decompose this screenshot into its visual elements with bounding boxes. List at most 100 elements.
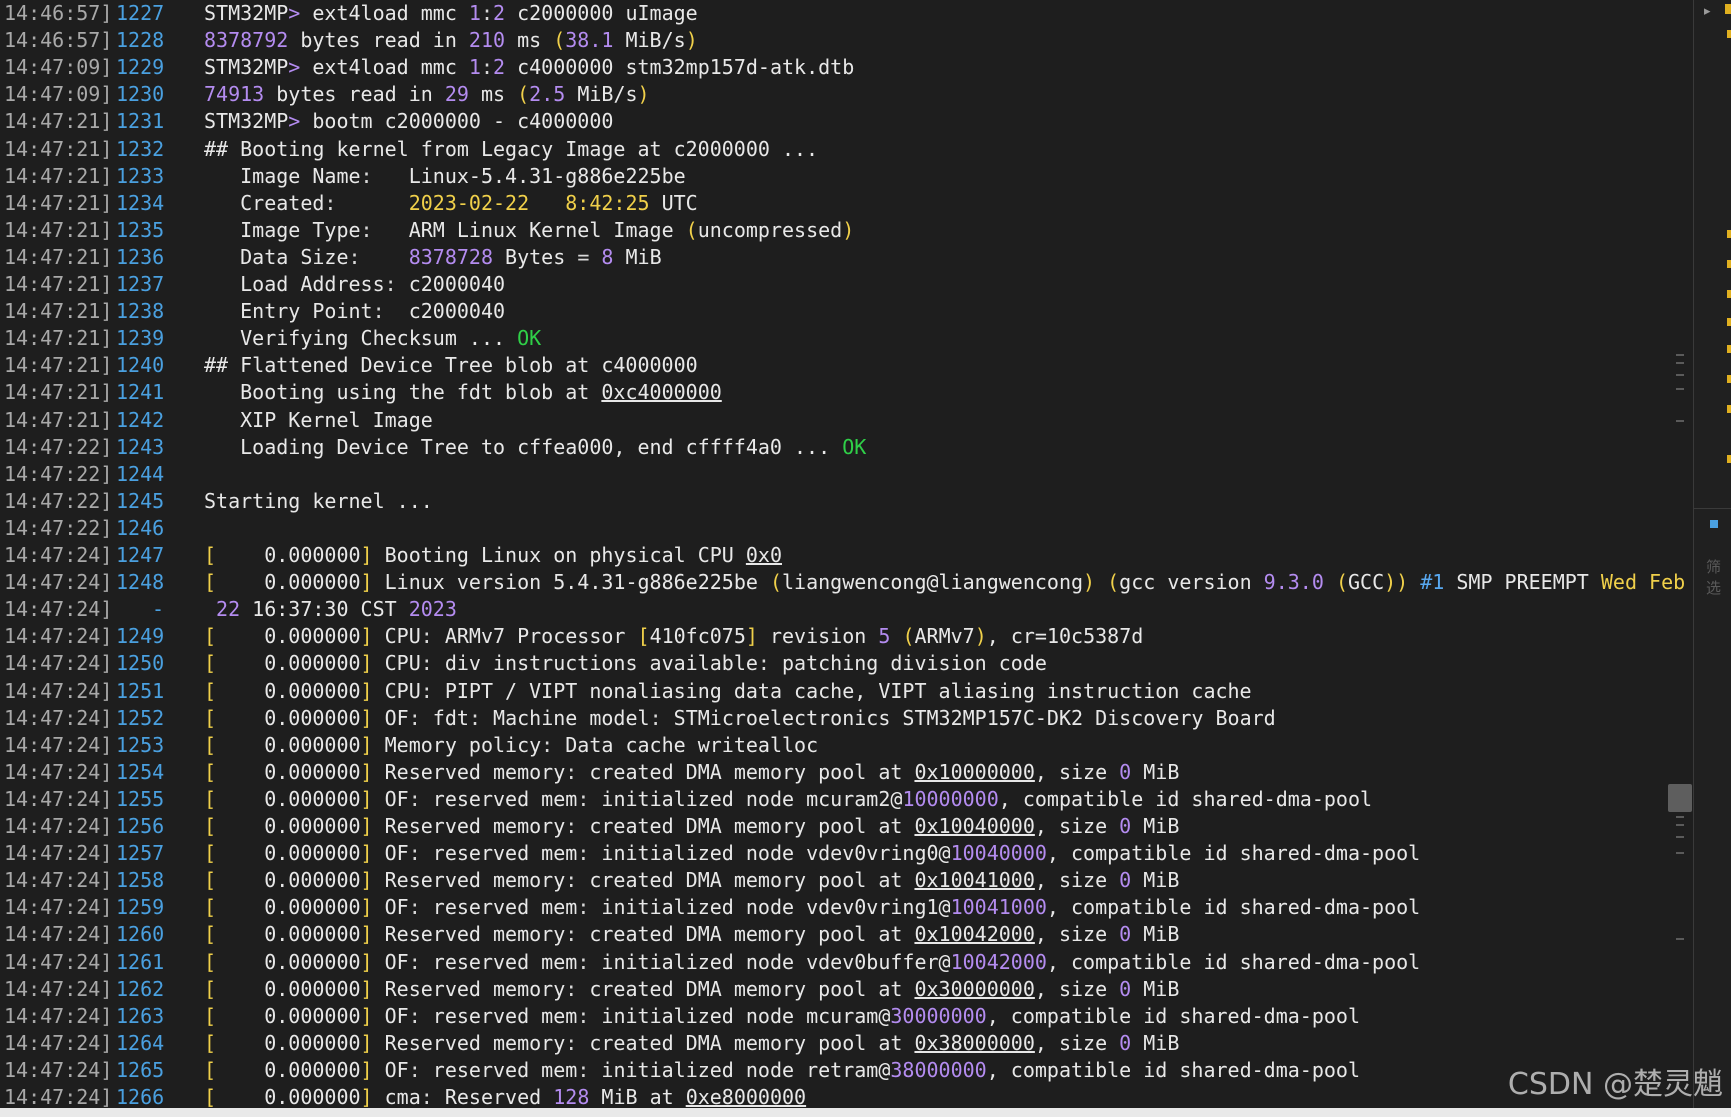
line-segment: 22 <box>216 597 241 622</box>
line-text: [ 0.000000] Reserved memory: created DMA… <box>204 759 1179 786</box>
line-segment: ] <box>360 705 373 730</box>
line-segment: 1 <box>468 1 481 25</box>
line-segment: OF <box>372 1057 409 1082</box>
line-segment: : <box>577 949 590 974</box>
line-segment: 0.000000 <box>216 678 361 703</box>
line-segment: MiB <box>1131 976 1180 1001</box>
line-text: [ 0.000000] OF: reserved mem: initialize… <box>204 840 1420 867</box>
line-segment: Load Address <box>204 272 385 296</box>
line-text: Image Type: ARM Linux Kernel Image (unco… <box>204 217 854 244</box>
line-segment: Booting using the fdt blob at <box>204 380 602 405</box>
line-segment: reserved mem <box>420 786 578 811</box>
line-text: 74913 bytes read in 29 ms (2.5 MiB/s) <box>204 81 650 108</box>
line-number: 1228 <box>116 28 165 53</box>
line-segment: ( <box>517 82 530 107</box>
line-timestamp: 14:46:57] <box>4 1 113 25</box>
line-number: 1250 <box>116 651 165 676</box>
line-segment: OF <box>372 949 409 974</box>
line-timestamp: 14:47:24] <box>4 678 113 703</box>
line-text: ## Booting kernel from Legacy Image at c… <box>204 136 818 163</box>
line-segment: [ <box>204 922 217 947</box>
line-segment: 0.000000 <box>216 651 361 676</box>
line-number: 1266 <box>116 1085 165 1108</box>
line-segment: , compatible id shared-dma-pool <box>1046 949 1421 974</box>
line-segment: [ <box>204 814 217 838</box>
line-segment: : <box>408 705 421 730</box>
line-segment: 16:37:30 CST <box>240 597 409 622</box>
line-number: 1240 <box>116 353 165 378</box>
line-segment: : <box>577 841 590 866</box>
line-timestamp: 14:47:24] <box>4 841 113 866</box>
line-segment: 1 <box>468 55 481 80</box>
line-segment: Verifying Checksum ... <box>204 326 518 351</box>
watermark: CSDN @楚灵魈 <box>1507 1067 1723 1102</box>
side-marker-icon <box>1727 30 1731 38</box>
line-segment: [ <box>204 678 217 703</box>
scrollbar-thumb[interactable] <box>1668 784 1692 812</box>
line-segment: div instructions available <box>432 651 758 676</box>
line-segment: OF <box>372 895 409 920</box>
side-panel <box>1694 0 1731 1108</box>
line-segment: STMicroelectronics STM32MP157C-DK2 Disco… <box>661 705 1276 730</box>
line-timestamp: 14:47:24] <box>4 949 113 974</box>
line-text: [ 0.000000] CPU: div instructions availa… <box>204 650 1047 677</box>
line-segment: Loading Device Tree to cffea000, end cff… <box>204 434 843 459</box>
line-number: 1241 <box>116 380 165 405</box>
line-segment: CPU <box>372 624 421 649</box>
line-timestamp: 14:47:24] <box>4 922 113 947</box>
line-segment: reserved mem <box>420 895 578 920</box>
line-segment: Reserved memory <box>372 814 566 838</box>
line-segment: 9.3.0 <box>1263 570 1324 595</box>
line-segment: ] <box>360 922 373 947</box>
line-segment: MiB/s <box>613 28 686 53</box>
side-marker-icon <box>1725 4 1731 14</box>
line-segment: ] <box>360 1085 373 1108</box>
line-segment: [ <box>204 732 217 757</box>
line-segment: : <box>408 786 421 811</box>
line-segment <box>361 245 409 269</box>
line-text: [ 0.000000] Reserved memory: created DMA… <box>204 813 1179 840</box>
line-segment: reserved mem <box>420 1057 578 1082</box>
line-segment: c4000000 stm32mp157d-atk.dtb <box>505 55 855 80</box>
line-segment: ] <box>360 1003 373 1028</box>
line-segment: 29 <box>444 82 469 107</box>
terminal-output[interactable]: 14:46:57] 1227 STM32MP> ext4load mmc 1:2 c… <box>0 0 1693 1108</box>
line-segment: gcc version <box>1119 570 1264 595</box>
line-number: 1244 <box>116 461 165 486</box>
line-segment: 0xc4000000 <box>601 380 722 405</box>
line-segment: GCC <box>1347 570 1385 595</box>
line-segment: initialized node vdev0vring0@ <box>589 841 951 866</box>
minimap-tick <box>1676 354 1684 356</box>
line-segment: 38.1 <box>565 28 614 53</box>
line-timestamp: 14:46:57] <box>4 28 113 53</box>
line-number: 1242 <box>116 407 165 432</box>
line-timestamp: 14:47:24] <box>4 895 113 920</box>
line-segment: PIPT / VIPT nonaliasing data cache, VIPT… <box>432 678 1252 703</box>
line-segment: 0.000000 <box>216 1085 361 1108</box>
line-text: Created: 2023-02-22 8:42:25 UTC <box>204 190 698 217</box>
line-segment: : <box>565 814 578 838</box>
line-timestamp: 14:47:21] <box>4 407 113 432</box>
minimap-tick <box>1676 374 1684 376</box>
line-number: 1239 <box>116 326 165 351</box>
line-segment: : <box>565 922 578 947</box>
side-marker-icon <box>1727 260 1731 268</box>
line-segment: liangwencong@liangwencong <box>782 570 1084 595</box>
line-segment: : <box>565 1030 578 1055</box>
line-segment: 0.000000 <box>216 1030 361 1055</box>
line-segment: created DMA memory pool at <box>577 1030 915 1055</box>
line-segment: OK <box>517 326 542 351</box>
line-number: 1243 <box>116 434 165 459</box>
line-segment: : <box>384 272 397 296</box>
line-segment <box>1324 570 1336 594</box>
line-timestamp: 14:47:22] <box>4 515 113 540</box>
minimap-tick <box>1676 824 1684 826</box>
minimap-tick <box>1676 852 1684 854</box>
line-segment: [ <box>204 841 217 866</box>
line-text: [ 0.000000] Reserved memory: created DMA… <box>204 867 1179 894</box>
line-segment: : <box>372 299 385 324</box>
line-segment: [ <box>204 705 217 730</box>
expand-arrow-icon[interactable]: ▸ <box>1704 4 1711 19</box>
line-segment: initialized node mcuram@ <box>589 1003 891 1028</box>
line-segment: [ <box>204 868 217 893</box>
